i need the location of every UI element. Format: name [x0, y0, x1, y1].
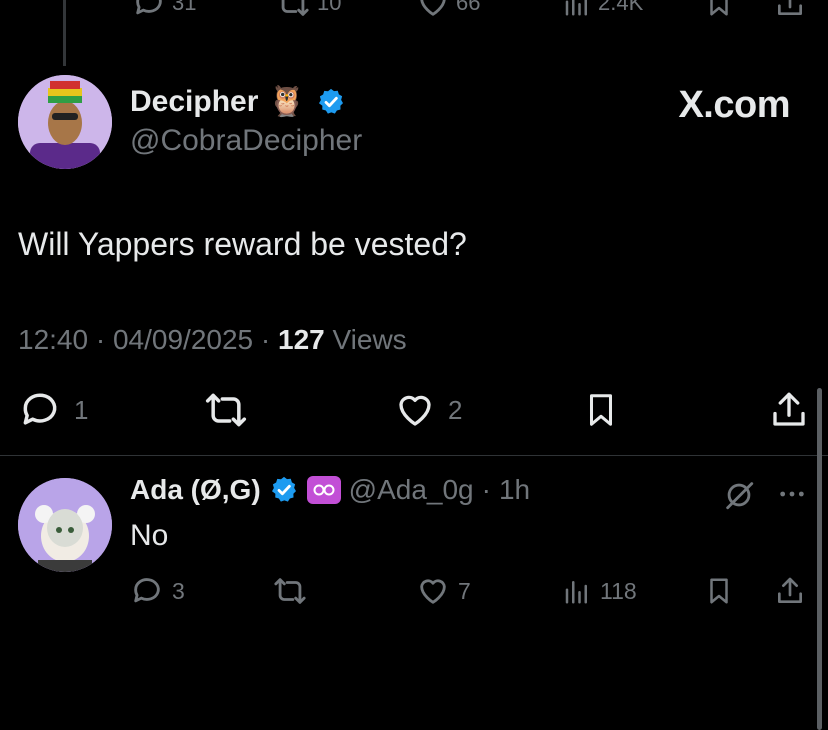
more-icon — [780, 491, 804, 497]
reply-author-handle[interactable]: @Ada_0g — [349, 474, 474, 506]
og-logo-icon — [313, 484, 335, 496]
reply-icon — [23, 393, 57, 425]
like-icon — [420, 0, 446, 16]
scrollbar[interactable] — [817, 388, 822, 730]
tweet-time[interactable]: 12:40 — [18, 324, 88, 355]
author-name-row: Decipher 🦉 — [130, 84, 346, 119]
reply-button[interactable]: 1 — [18, 388, 88, 432]
reply-actions: 3 7 118 — [0, 574, 828, 610]
reply-text: No — [130, 519, 169, 552]
author-name[interactable]: Decipher — [130, 85, 258, 119]
reply-share-button[interactable] — [774, 574, 806, 608]
retweet-icon — [274, 578, 306, 604]
previous-tweet-actions: 31 10 66 2.4K — [0, 0, 828, 22]
bookmark-icon — [589, 394, 613, 426]
like-button[interactable]: 2 — [394, 388, 462, 432]
prev-reply-button[interactable]: 31 — [132, 0, 196, 20]
prev-like-count: 66 — [456, 0, 481, 15]
thread-line — [63, 0, 66, 66]
reply-author-name[interactable]: Ada (Ø,G) — [130, 474, 261, 506]
prev-share-button[interactable] — [774, 0, 806, 20]
like-count: 2 — [448, 394, 463, 425]
retweet-icon — [205, 393, 247, 427]
source-label: X.com — [678, 84, 790, 126]
prev-retweet-button[interactable]: 10 — [275, 0, 341, 20]
share-icon — [778, 0, 802, 15]
reply-author-avatar[interactable] — [18, 478, 112, 572]
affiliate-badge-icon[interactable] — [306, 476, 341, 504]
meta-separator: · — [95, 324, 106, 355]
tweet-actions: 1 2 — [0, 388, 828, 436]
grok-icon — [726, 482, 754, 510]
reply-count: 1 — [74, 394, 89, 425]
reply-retweet-button[interactable] — [272, 574, 308, 608]
like-icon — [399, 395, 431, 426]
prev-retweet-count: 10 — [317, 0, 342, 15]
reply-avatar-illustration — [18, 478, 112, 572]
prev-view-count: 2.4K — [598, 0, 644, 15]
share-icon — [778, 577, 802, 603]
views-icon — [565, 0, 587, 16]
owl-emoji-icon: 🦉 — [268, 85, 306, 118]
reply-bookmark-button[interactable] — [704, 574, 734, 608]
reply-like-count: 7 — [458, 577, 471, 604]
bookmark-icon — [710, 578, 728, 604]
reply-separator: · — [481, 474, 491, 505]
views-count: 127 — [278, 324, 325, 355]
bookmark-button[interactable] — [582, 388, 620, 432]
reply-view-count: 118 — [600, 577, 637, 604]
reply-like-button[interactable]: 7 — [416, 574, 471, 608]
reply-icon — [134, 578, 160, 603]
author-handle[interactable]: @CobraDecipher — [130, 124, 362, 158]
prev-reply-count: 31 — [172, 0, 197, 15]
author-avatar[interactable] — [18, 75, 112, 169]
reply-reply-button[interactable]: 3 — [130, 574, 185, 608]
verified-badge-icon[interactable] — [316, 87, 346, 117]
prev-like-button[interactable]: 66 — [416, 0, 480, 20]
verified-badge-icon[interactable] — [269, 475, 299, 505]
prev-bookmark-button[interactable] — [704, 0, 734, 20]
retweet-button[interactable] — [202, 388, 250, 432]
grok-button[interactable] — [722, 478, 756, 512]
reply-reply-count: 3 — [172, 577, 185, 604]
share-icon — [773, 392, 805, 426]
more-button[interactable] — [776, 478, 808, 510]
reply-views-button[interactable]: 118 — [562, 574, 637, 608]
prev-views-button[interactable]: 2.4K — [562, 0, 643, 20]
like-icon — [420, 579, 446, 604]
share-button[interactable] — [768, 388, 810, 432]
tweet-date[interactable]: 04/09/2025 — [113, 324, 253, 355]
tweet-meta: 12:40 · 04/09/2025 · 127 Views — [18, 324, 407, 356]
tweet-text: Will Yappers reward be vested? — [18, 226, 467, 262]
reply-icon — [136, 0, 162, 15]
views-icon — [565, 581, 587, 604]
meta-separator: · — [260, 324, 271, 355]
avatar-illustration — [18, 75, 112, 169]
divider — [0, 455, 828, 456]
reply-time[interactable]: 1h — [499, 474, 530, 506]
retweet-icon — [281, 0, 309, 16]
views-label: Views — [332, 324, 407, 355]
bookmark-icon — [710, 0, 728, 16]
reply-header: Ada (Ø,G) @Ada_0g · 1h — [130, 474, 530, 506]
